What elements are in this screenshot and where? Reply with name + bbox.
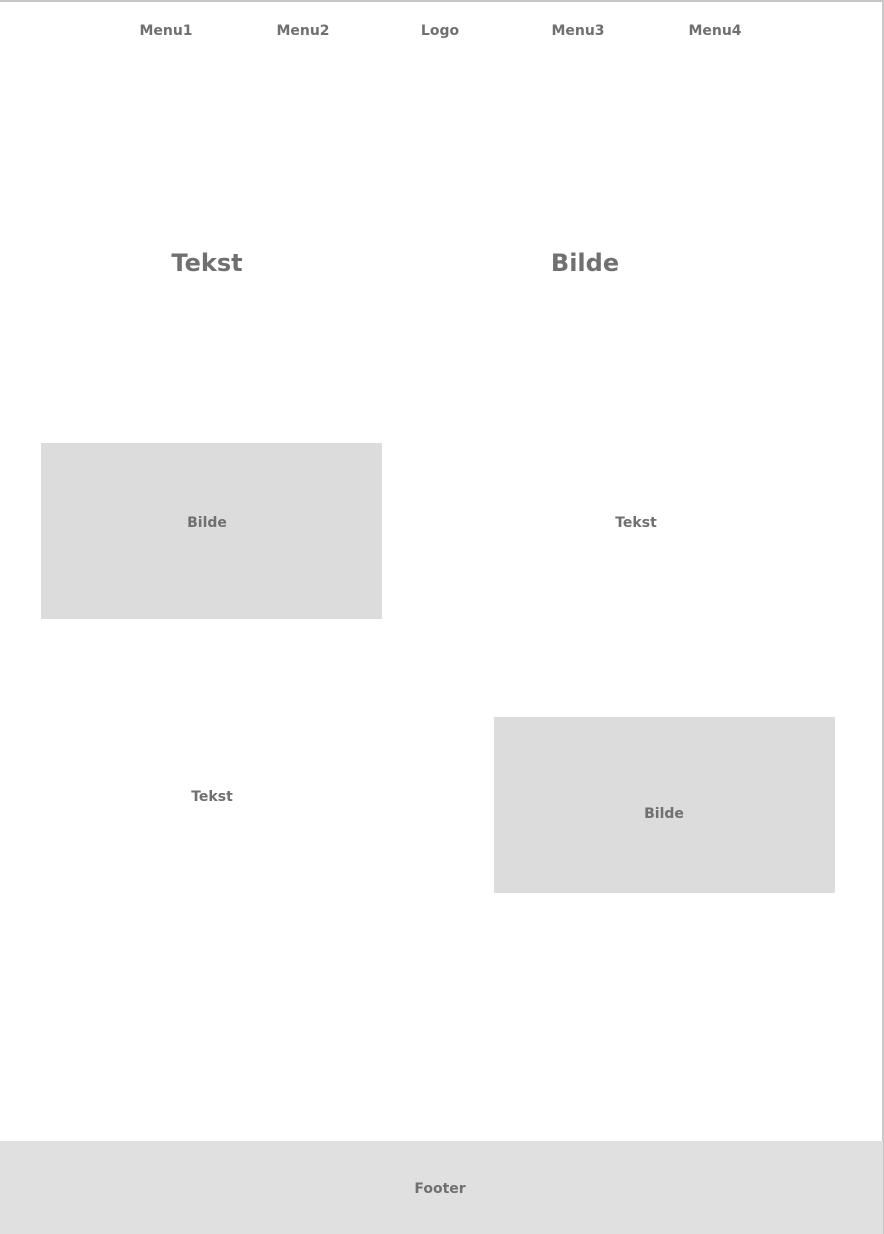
nav-menu1[interactable]: Menu1: [139, 24, 192, 38]
text-placeholder-1: Tekst: [615, 515, 657, 531]
image-placeholder-2: Bilde: [494, 717, 835, 893]
image-placeholder-label: Bilde: [644, 806, 684, 822]
nav-menu2[interactable]: Menu2: [276, 24, 329, 38]
text-placeholder-2: Tekst: [191, 789, 233, 805]
image-placeholder-1: Bilde: [41, 443, 382, 619]
logo[interactable]: Logo: [421, 24, 459, 38]
hero-image-placeholder: Bilde: [550, 249, 620, 277]
footer-label: Footer: [414, 1181, 466, 1197]
nav-menu4[interactable]: Menu4: [688, 24, 741, 38]
footer: Footer: [0, 1141, 883, 1234]
image-placeholder-label: Bilde: [187, 515, 227, 531]
nav-menu3[interactable]: Menu3: [551, 24, 604, 38]
frame-top-border: [0, 0, 883, 2]
hero-text-placeholder: Tekst: [171, 249, 243, 277]
